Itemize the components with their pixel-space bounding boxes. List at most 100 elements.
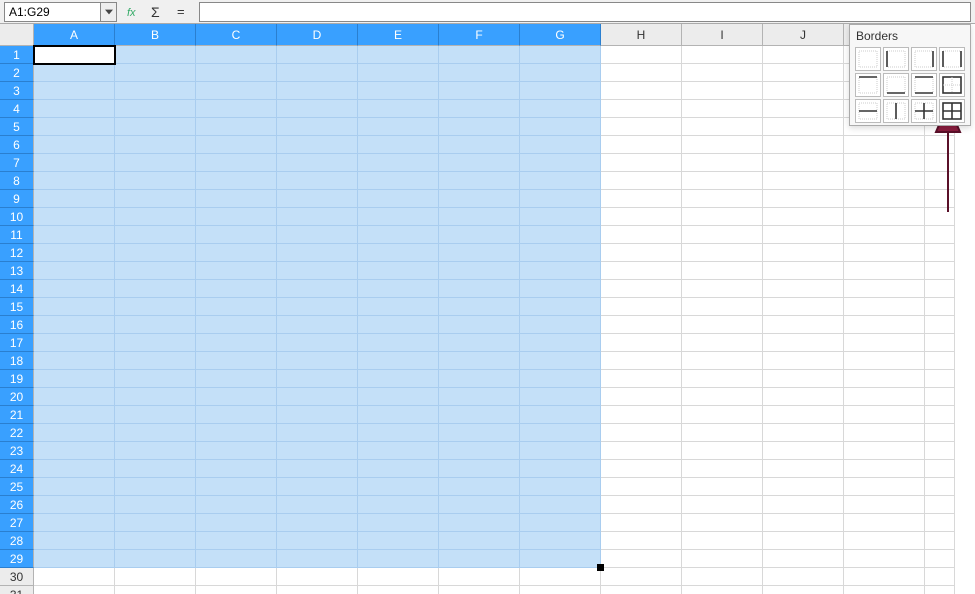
cell-H31[interactable] <box>601 586 682 594</box>
cell-I9[interactable] <box>682 190 763 208</box>
cell-F6[interactable] <box>439 136 520 154</box>
cell-B11[interactable] <box>115 226 196 244</box>
cell-K29[interactable] <box>844 550 925 568</box>
cell-D9[interactable] <box>277 190 358 208</box>
cell-I4[interactable] <box>682 100 763 118</box>
cell-E20[interactable] <box>358 388 439 406</box>
cell-C19[interactable] <box>196 370 277 388</box>
cell-K25[interactable] <box>844 478 925 496</box>
cell-D1[interactable] <box>277 46 358 64</box>
cell-E17[interactable] <box>358 334 439 352</box>
cell-J14[interactable] <box>763 280 844 298</box>
cell-F5[interactable] <box>439 118 520 136</box>
row-header-1[interactable]: 1 <box>0 46 34 64</box>
cell-C1[interactable] <box>196 46 277 64</box>
cell-C4[interactable] <box>196 100 277 118</box>
cell-D24[interactable] <box>277 460 358 478</box>
cell-I31[interactable] <box>682 586 763 594</box>
cell-E26[interactable] <box>358 496 439 514</box>
cell-L24[interactable] <box>925 460 955 478</box>
cell-B8[interactable] <box>115 172 196 190</box>
cell-G12[interactable] <box>520 244 601 262</box>
cell-G22[interactable] <box>520 424 601 442</box>
cell-H26[interactable] <box>601 496 682 514</box>
cell-E5[interactable] <box>358 118 439 136</box>
cell-G7[interactable] <box>520 154 601 172</box>
cell-B27[interactable] <box>115 514 196 532</box>
cell-C24[interactable] <box>196 460 277 478</box>
cell-C9[interactable] <box>196 190 277 208</box>
cell-L14[interactable] <box>925 280 955 298</box>
cell-H25[interactable] <box>601 478 682 496</box>
cell-K23[interactable] <box>844 442 925 460</box>
cell-H17[interactable] <box>601 334 682 352</box>
cell-G14[interactable] <box>520 280 601 298</box>
row-header-11[interactable]: 11 <box>0 226 34 244</box>
cell-F13[interactable] <box>439 262 520 280</box>
cell-L13[interactable] <box>925 262 955 280</box>
cell-A28[interactable] <box>34 532 115 550</box>
cell-H6[interactable] <box>601 136 682 154</box>
cell-A18[interactable] <box>34 352 115 370</box>
cell-A4[interactable] <box>34 100 115 118</box>
cell-D7[interactable] <box>277 154 358 172</box>
cell-G31[interactable] <box>520 586 601 594</box>
cell-D31[interactable] <box>277 586 358 594</box>
cell-L16[interactable] <box>925 316 955 334</box>
row-header-10[interactable]: 10 <box>0 208 34 226</box>
cell-I3[interactable] <box>682 82 763 100</box>
cell-I24[interactable] <box>682 460 763 478</box>
cell-J22[interactable] <box>763 424 844 442</box>
cell-C3[interactable] <box>196 82 277 100</box>
cell-H18[interactable] <box>601 352 682 370</box>
cell-D11[interactable] <box>277 226 358 244</box>
cell-C12[interactable] <box>196 244 277 262</box>
cell-D18[interactable] <box>277 352 358 370</box>
cell-E15[interactable] <box>358 298 439 316</box>
cell-A22[interactable] <box>34 424 115 442</box>
cell-I18[interactable] <box>682 352 763 370</box>
cell-F7[interactable] <box>439 154 520 172</box>
cell-B21[interactable] <box>115 406 196 424</box>
cell-J21[interactable] <box>763 406 844 424</box>
row-header-28[interactable]: 28 <box>0 532 34 550</box>
cell-C30[interactable] <box>196 568 277 586</box>
right-border-option[interactable] <box>911 47 937 71</box>
cell-L6[interactable] <box>925 136 955 154</box>
cell-A25[interactable] <box>34 478 115 496</box>
cell-L28[interactable] <box>925 532 955 550</box>
cell-I15[interactable] <box>682 298 763 316</box>
cell-F2[interactable] <box>439 64 520 82</box>
column-header-G[interactable]: G <box>520 24 601 46</box>
cell-J18[interactable] <box>763 352 844 370</box>
cell-G5[interactable] <box>520 118 601 136</box>
cell-H27[interactable] <box>601 514 682 532</box>
cell-H14[interactable] <box>601 280 682 298</box>
cell-E13[interactable] <box>358 262 439 280</box>
column-header-D[interactable]: D <box>277 24 358 46</box>
cell-I28[interactable] <box>682 532 763 550</box>
cell-I27[interactable] <box>682 514 763 532</box>
cell-D8[interactable] <box>277 172 358 190</box>
cell-E19[interactable] <box>358 370 439 388</box>
cell-C25[interactable] <box>196 478 277 496</box>
name-box-dropdown[interactable] <box>100 3 116 21</box>
cell-B26[interactable] <box>115 496 196 514</box>
cell-C16[interactable] <box>196 316 277 334</box>
cell-E31[interactable] <box>358 586 439 594</box>
cell-B18[interactable] <box>115 352 196 370</box>
cell-D21[interactable] <box>277 406 358 424</box>
cell-E7[interactable] <box>358 154 439 172</box>
cell-F8[interactable] <box>439 172 520 190</box>
cell-B5[interactable] <box>115 118 196 136</box>
cell-D22[interactable] <box>277 424 358 442</box>
cell-L29[interactable] <box>925 550 955 568</box>
cell-J27[interactable] <box>763 514 844 532</box>
cell-J7[interactable] <box>763 154 844 172</box>
cell-E3[interactable] <box>358 82 439 100</box>
column-header-A[interactable]: A <box>34 24 115 46</box>
equals-icon[interactable]: = <box>173 3 191 21</box>
cell-D23[interactable] <box>277 442 358 460</box>
cell-G13[interactable] <box>520 262 601 280</box>
cell-F26[interactable] <box>439 496 520 514</box>
